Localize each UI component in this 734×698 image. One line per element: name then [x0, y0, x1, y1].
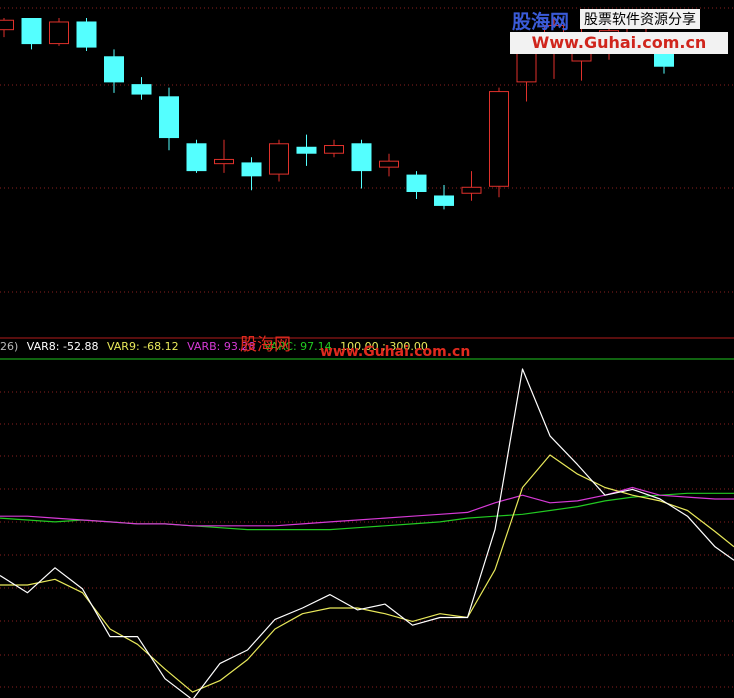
watermark-mid-url: www.Guhai.com.cn — [320, 344, 471, 360]
candle-body — [351, 143, 372, 172]
candle-body — [241, 162, 262, 177]
candle-body — [76, 21, 97, 48]
candle-body — [214, 158, 234, 165]
series-var9-line — [0, 454, 734, 693]
watermark-brand: 股海网 — [512, 11, 570, 33]
candle-body — [159, 96, 179, 139]
series-varc-line — [0, 492, 734, 531]
legend-prefix: 26) — [0, 340, 19, 353]
candle-body — [379, 160, 399, 168]
candle-body — [104, 56, 124, 83]
candle-body — [434, 195, 454, 206]
candle-body — [0, 19, 14, 31]
legend-var8: VAR8: -52.88 — [26, 340, 99, 353]
watermark-mid-brand: 股海网 — [240, 335, 291, 355]
candle-body — [49, 21, 69, 45]
candle-body — [269, 143, 289, 175]
legend-var9: VAR9: -68.12 — [106, 340, 179, 353]
indicator-lines — [0, 368, 734, 698]
watermark-url: Www.Guhai.com.cn — [510, 32, 728, 54]
candle-body — [489, 91, 509, 187]
candle-body — [186, 143, 207, 172]
candle-body — [461, 186, 482, 194]
candle-body — [296, 146, 317, 154]
candle-body — [516, 49, 537, 83]
candle-body — [324, 145, 344, 154]
series-var8-line — [0, 368, 734, 698]
watermark-tagline: 股票软件资源分享 — [580, 9, 700, 29]
candle-body — [21, 18, 42, 45]
candle-body — [131, 84, 152, 95]
watermark-banner: 股海网 股票软件资源分享 Www.Guhai.com.cn — [510, 5, 730, 54]
candle-body — [406, 174, 427, 192]
